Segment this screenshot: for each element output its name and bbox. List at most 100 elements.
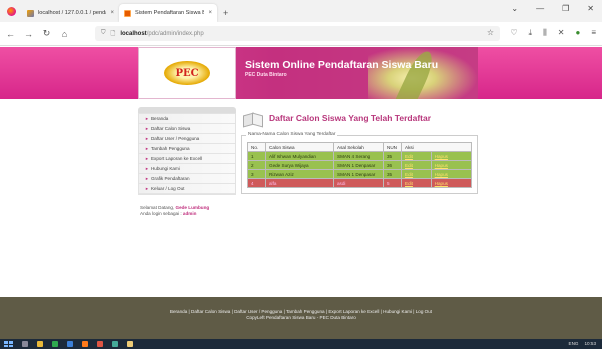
search-icon[interactable] xyxy=(22,341,28,347)
footer-copyright: CopyLeft Pendaftaran Siswa Baru - PEC Du… xyxy=(246,315,356,320)
sidebar-item-daftar-user[interactable]: ► Daftar User / Pengguna xyxy=(139,134,235,144)
column-header: Calon Siswa xyxy=(265,142,334,152)
cell-no: 4 xyxy=(247,178,266,188)
sidebar-item-daftar-calon-siswa[interactable]: ► Daftar Calon Siswa xyxy=(139,124,235,134)
delete-link[interactable]: Hapus xyxy=(435,163,448,168)
address-bar[interactable]: ⛉ 🗋 localhost/pdc/admin/index.php ☆ xyxy=(95,26,500,41)
cell-edit: Edit xyxy=(401,178,432,188)
site-subtitle: PEC Duta Bintaro xyxy=(245,72,287,78)
edit-link[interactable]: Edit xyxy=(405,154,413,159)
app-icon[interactable] xyxy=(127,341,133,347)
delete-link[interactable]: Hapus xyxy=(435,172,448,177)
sidebar-item-tambah-pengguna[interactable]: ► Tambah Pengguna xyxy=(139,144,235,154)
tab-phpmyadmin[interactable]: localhost / 127.0.0.1 / pendafta × xyxy=(22,4,119,22)
shield-icon[interactable]: ⛉ xyxy=(101,30,106,37)
store-icon[interactable] xyxy=(67,341,73,347)
site-footer: Beranda | Daftar Calon Siswa | Daftar Us… xyxy=(0,297,602,339)
cell-delete: Hapus xyxy=(430,169,473,179)
sidebar-item-label: Beranda xyxy=(150,116,169,121)
cell-no: 3 xyxy=(247,169,266,179)
cell-school: SMAN 4 Serang xyxy=(333,151,384,161)
column-header: NUN xyxy=(383,142,402,152)
header-banner: PEC Sistem Online Pendaftaran Siswa Baru… xyxy=(138,47,478,99)
menu-icon[interactable]: ≡ xyxy=(591,28,596,38)
extension-x-icon[interactable]: ✕ xyxy=(558,28,565,38)
cell-name: alfa xyxy=(265,178,334,188)
sidebar-item-label: Export Laporan ke Excell xyxy=(150,156,203,161)
cell-edit: Edit xyxy=(401,160,432,170)
close-icon[interactable]: × xyxy=(110,10,114,16)
cell-nun: 35 xyxy=(383,169,402,179)
window-close-button[interactable]: ✕ xyxy=(587,4,594,13)
downloads-icon[interactable]: ⤓ xyxy=(529,28,533,38)
close-icon[interactable]: × xyxy=(208,10,212,16)
cell-delete: Hapus xyxy=(430,178,473,188)
chrome-icon[interactable] xyxy=(52,341,58,347)
url-path: /pdc/admin/index.php xyxy=(146,30,204,37)
app-icon[interactable] xyxy=(97,341,103,347)
cell-edit: Edit xyxy=(401,169,432,179)
content-area: ► Beranda ► Daftar Calon Siswa ► Daftar Use… xyxy=(138,99,478,309)
delete-link[interactable]: Hapus xyxy=(435,154,448,159)
bookmark-star-icon[interactable]: ☆ xyxy=(487,28,494,37)
maximize-button[interactable]: ❐ xyxy=(562,4,569,13)
pocket-icon[interactable]: ♡ xyxy=(510,28,517,38)
sidebar-item-grafik-pendaftaran[interactable]: ► Grafik Pendaftaran xyxy=(139,174,235,184)
firefox-icon[interactable] xyxy=(7,7,16,16)
forward-arrow-icon[interactable]: → xyxy=(21,29,36,39)
sidebar-menu: ► Beranda ► Daftar Calon Siswa ► Daftar Use… xyxy=(138,113,236,195)
cell-nun: 35 xyxy=(383,151,402,161)
login-role: admin xyxy=(182,211,197,216)
lock-icon[interactable]: 🗋 xyxy=(111,29,116,39)
app-icon[interactable] xyxy=(112,341,118,347)
sidebar-item-label: Tambah Pengguna xyxy=(150,146,190,151)
sidebar-item-hubungi-kami[interactable]: ► Hubungi Kami xyxy=(139,164,235,174)
sidebar-item-export-laporan[interactable]: ► Export Laporan ke Excell xyxy=(139,154,235,164)
sidebar-item-logout[interactable]: ► Keluar / Log Out xyxy=(139,184,235,194)
file-explorer-icon[interactable] xyxy=(37,341,43,347)
toolbar-right: ♡ ⤓ ⫼ ✕ ● ≡ xyxy=(510,28,596,38)
cell-delete: Hapus xyxy=(430,151,473,161)
new-tab-button[interactable]: + xyxy=(217,8,234,22)
list-all-tabs-icon[interactable]: ⌄ xyxy=(511,4,518,13)
table-row: 4 alfa asdi 5 Edit Hapus xyxy=(247,178,473,188)
table-header-row: No. Calon Siswa Asal Sekolah NUN Aksi xyxy=(247,142,472,152)
arrow-right-icon: ► xyxy=(145,186,149,191)
arrow-right-icon: ► xyxy=(145,176,149,181)
edit-link[interactable]: Edit xyxy=(405,172,413,177)
edit-link[interactable]: Edit xyxy=(405,163,413,168)
firefox-taskbar-icon[interactable] xyxy=(82,341,88,347)
table-row: 1 Alif Ishwan Mulyandian SMAN 4 Serang 3… xyxy=(247,151,473,161)
cell-school: asdi xyxy=(333,178,384,188)
cell-nun: 36 xyxy=(383,160,402,170)
extension-green-icon[interactable]: ● xyxy=(575,28,580,38)
book-icon xyxy=(241,111,263,125)
arrow-right-icon: ► xyxy=(145,146,149,151)
delete-link[interactable]: Hapus xyxy=(435,181,448,186)
tray-clock[interactable]: 10:53 xyxy=(585,341,597,346)
table-row: 2 Gede Surya Wijaya SMAN 1 Denpasar 36 E… xyxy=(247,160,473,170)
back-arrow-icon[interactable]: ← xyxy=(3,29,18,39)
browser-navbar: ← → ↻ ⌂ ⛉ 🗋 localhost/pdc/admin/index.ph… xyxy=(0,22,602,46)
minimize-button[interactable]: — xyxy=(536,4,544,13)
tab-sistem-pendaftaran[interactable]: Sistem Pendaftaran Siswa Baru × xyxy=(119,4,217,22)
tray-language[interactable]: ENG xyxy=(569,341,579,346)
site-logo[interactable]: PEC xyxy=(138,47,236,99)
web-page: PEC Sistem Online Pendaftaran Siswa Baru… xyxy=(0,47,602,339)
sidebar-item-beranda[interactable]: ► Beranda xyxy=(139,114,235,124)
reload-icon[interactable]: ↻ xyxy=(39,28,54,39)
welcome-prefix: Selamat Datang, xyxy=(140,205,175,210)
cell-delete: Hapus xyxy=(430,160,473,170)
page-title: Daftar Calon Siswa Yang Telah Terdaftar xyxy=(269,113,432,123)
main-content: Daftar Calon Siswa Yang Telah Terdaftar … xyxy=(241,107,478,194)
cell-name: Gede Surya Wijaya xyxy=(265,160,334,170)
student-list-fieldset: Nama-Nama Calon Siswa Yang Terdaftar No.… xyxy=(241,132,478,194)
column-header: Aksi xyxy=(401,142,472,152)
windows-start-icon[interactable] xyxy=(4,341,13,347)
home-icon[interactable]: ⌂ xyxy=(57,29,72,39)
library-icon[interactable]: ⫼ xyxy=(543,28,547,38)
cell-edit: Edit xyxy=(401,151,432,161)
sidebar-item-label: Grafik Pendaftaran xyxy=(150,176,190,181)
edit-link[interactable]: Edit xyxy=(405,181,413,186)
arrow-right-icon: ► xyxy=(145,126,149,131)
